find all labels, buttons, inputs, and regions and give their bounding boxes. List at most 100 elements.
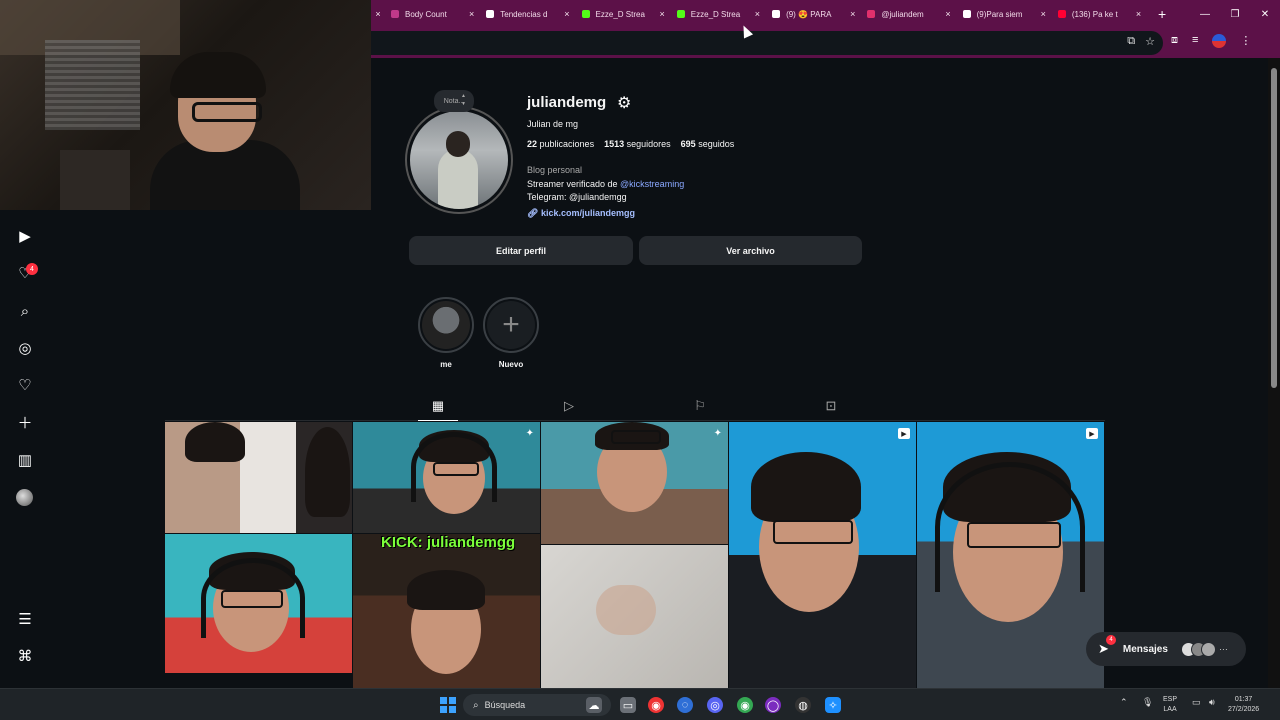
tab-tagged-icon[interactable]: ⊡ [822, 397, 840, 415]
app-icon[interactable]: ◌ [677, 697, 693, 713]
chrome-active-icon[interactable]: ◉ [737, 697, 753, 713]
tab-close-icon[interactable]: × [755, 9, 760, 19]
tab-favicon-icon [486, 10, 495, 18]
chrome-icon[interactable]: ◉ [648, 697, 664, 713]
tab-close-icon[interactable]: × [850, 9, 855, 19]
browser-tab[interactable]: @juliandem × [861, 0, 956, 28]
profile-avatar[interactable] [405, 106, 513, 214]
tab-close-icon[interactable]: × [945, 9, 950, 19]
explore-compass-icon[interactable]: ◎ [15, 338, 35, 358]
search-icon[interactable]: ⌕ [15, 301, 35, 321]
post-tile[interactable]: ▶ [917, 422, 1104, 688]
microphone-icon[interactable]: 🎙︎ [1142, 697, 1153, 708]
close-window-button[interactable]: ✕ [1250, 9, 1280, 20]
tab-saved-bookmark-icon[interactable]: ⚐ [691, 397, 709, 415]
settings-gear-icon[interactable]: ⚙ [617, 93, 631, 113]
extensions-icon[interactable]: ⧈ [1171, 34, 1178, 48]
browser-tab[interactable]: Body Count × [385, 0, 480, 28]
view-archive-button[interactable]: Ver archivo [639, 236, 862, 265]
obs-icon[interactable]: ◍ [795, 697, 811, 713]
tab-close-icon[interactable]: × [564, 9, 569, 19]
minimize-button[interactable]: — [1190, 9, 1220, 20]
messages-button[interactable]: ➤ 4 Mensajes ··· [1086, 632, 1246, 666]
tab-favicon-icon [1057, 10, 1066, 18]
scrollbar-thumb[interactable] [1271, 68, 1277, 388]
note-bubble[interactable]: Nota... [434, 90, 474, 112]
tab-posts-grid-icon[interactable]: ▦ [429, 397, 447, 415]
reels-icon[interactable]: ▶ [15, 226, 35, 246]
post-tile[interactable]: ✦ [353, 422, 540, 533]
tab-close-icon[interactable]: × [469, 9, 474, 19]
browser-tab[interactable]: (136) Pa ke t × [1052, 0, 1147, 28]
post-tile[interactable] [541, 545, 728, 688]
app-icon[interactable]: ✧ [825, 697, 841, 713]
bio-line-1: Streamer verificado de @kickstreaming [527, 179, 685, 189]
menu-kebab-icon[interactable]: ⋮ [1240, 34, 1251, 48]
post-tile[interactable]: ✦ [541, 422, 728, 544]
tab-reels-icon[interactable]: ▷ [560, 397, 578, 415]
tab-favicon-icon [391, 10, 399, 18]
tab-label: Body Count [405, 9, 447, 19]
tab-label: @juliandem [881, 9, 924, 19]
note-arrows-icon: ▲ ▼ [461, 93, 466, 107]
highlight-new[interactable]: + [483, 297, 539, 353]
post-tile[interactable] [165, 422, 352, 533]
also-from-meta-icon[interactable]: ⌘ [15, 646, 35, 666]
posts-count: 22 publicaciones [527, 139, 595, 149]
post-tile[interactable]: KICK: juliandemgg [353, 534, 540, 688]
bio-external-link[interactable]: 🔗︎ kick.com/juliandemgg [527, 208, 635, 219]
profile-stats: 22 publicaciones 1513 seguidores 695 seg… [527, 139, 734, 149]
window-controls: — ❐ ✕ [1190, 0, 1280, 28]
create-plus-icon[interactable]: ＋ [15, 412, 35, 432]
edit-profile-button[interactable]: Editar perfil [409, 236, 633, 265]
clock[interactable]: 01:37 27/2/2026 [1228, 695, 1259, 715]
post-tile[interactable]: ▶ [729, 422, 916, 688]
activity-heart-icon[interactable]: ♡ [15, 375, 35, 395]
reel-icon: ▶ [1086, 428, 1098, 439]
more-dots-icon: ··· [1218, 644, 1228, 654]
messages-icon: ➤ 4 [1098, 635, 1116, 657]
bookmark-star-icon[interactable]: ☆ [1145, 35, 1155, 48]
app-icon[interactable]: ◯ [765, 697, 781, 713]
discord-icon[interactable]: ◎ [707, 697, 723, 713]
kick-caption: KICK: juliandemgg [381, 534, 516, 551]
followers-count[interactable]: 1513 seguidores [604, 139, 671, 149]
following-count[interactable]: 695 seguidos [681, 139, 735, 149]
reel-icon: ▶ [898, 428, 910, 439]
profile-full-name: Julian de mg [527, 119, 579, 129]
tab-close-icon[interactable]: × [1136, 9, 1141, 19]
file-explorer-icon[interactable]: ▭ [620, 697, 636, 713]
dashboard-icon[interactable]: ▥ [15, 450, 35, 470]
tab-close-icon[interactable]: × [1041, 9, 1046, 19]
install-app-icon[interactable]: ⧉ [1127, 35, 1135, 48]
widget-icon[interactable]: ☁ [586, 697, 602, 713]
browser-tab[interactable]: Tendencias d × [480, 0, 575, 28]
address-bar[interactable]: ⧉ ☆ [371, 31, 1163, 55]
browser-tab[interactable]: (9)Para siem × [957, 0, 1052, 28]
tab-close-icon[interactable]: × [371, 9, 385, 19]
new-tab-button[interactable]: + [1151, 6, 1173, 22]
tab-label: (136) Pa ke t [1071, 9, 1118, 19]
highlight-me[interactable] [418, 297, 474, 353]
network-icon[interactable]: ▭ [1192, 697, 1201, 708]
browser-tab[interactable]: (9) 😍 PARA × [766, 0, 861, 28]
tab-label: Ezze_D Strea [690, 9, 741, 19]
page-scrollbar[interactable] [1268, 58, 1280, 688]
bio-line-2: Telegram: @juliandemgg [527, 192, 627, 202]
maximize-button[interactable]: ❐ [1220, 9, 1250, 20]
volume-icon[interactable]: 🔊︎ [1209, 697, 1215, 708]
browser-toolbar: ⧉ ☆ ⧈ ≡ ⋮ [371, 28, 1280, 58]
browser-tab[interactable]: Ezze_D Strea × [671, 0, 766, 28]
notifications-badge: 4 [26, 263, 38, 275]
media-controls-icon[interactable]: ≡ [1192, 34, 1198, 48]
profile-avatar-icon[interactable] [1212, 34, 1227, 48]
more-menu-icon[interactable]: ☰ [15, 609, 35, 629]
language-indicator[interactable]: ESP LAA [1163, 695, 1177, 715]
start-windows-icon[interactable] [440, 697, 456, 713]
browser-tab[interactable]: Ezze_D Strea × [576, 0, 671, 28]
tray-chevron-icon[interactable]: ⌃ [1120, 697, 1128, 708]
tab-close-icon[interactable]: × [660, 9, 665, 19]
post-tile[interactable] [165, 534, 352, 673]
bio-mention-link[interactable]: @kickstreaming [620, 179, 684, 189]
profile-avatar-icon[interactable] [16, 489, 33, 506]
